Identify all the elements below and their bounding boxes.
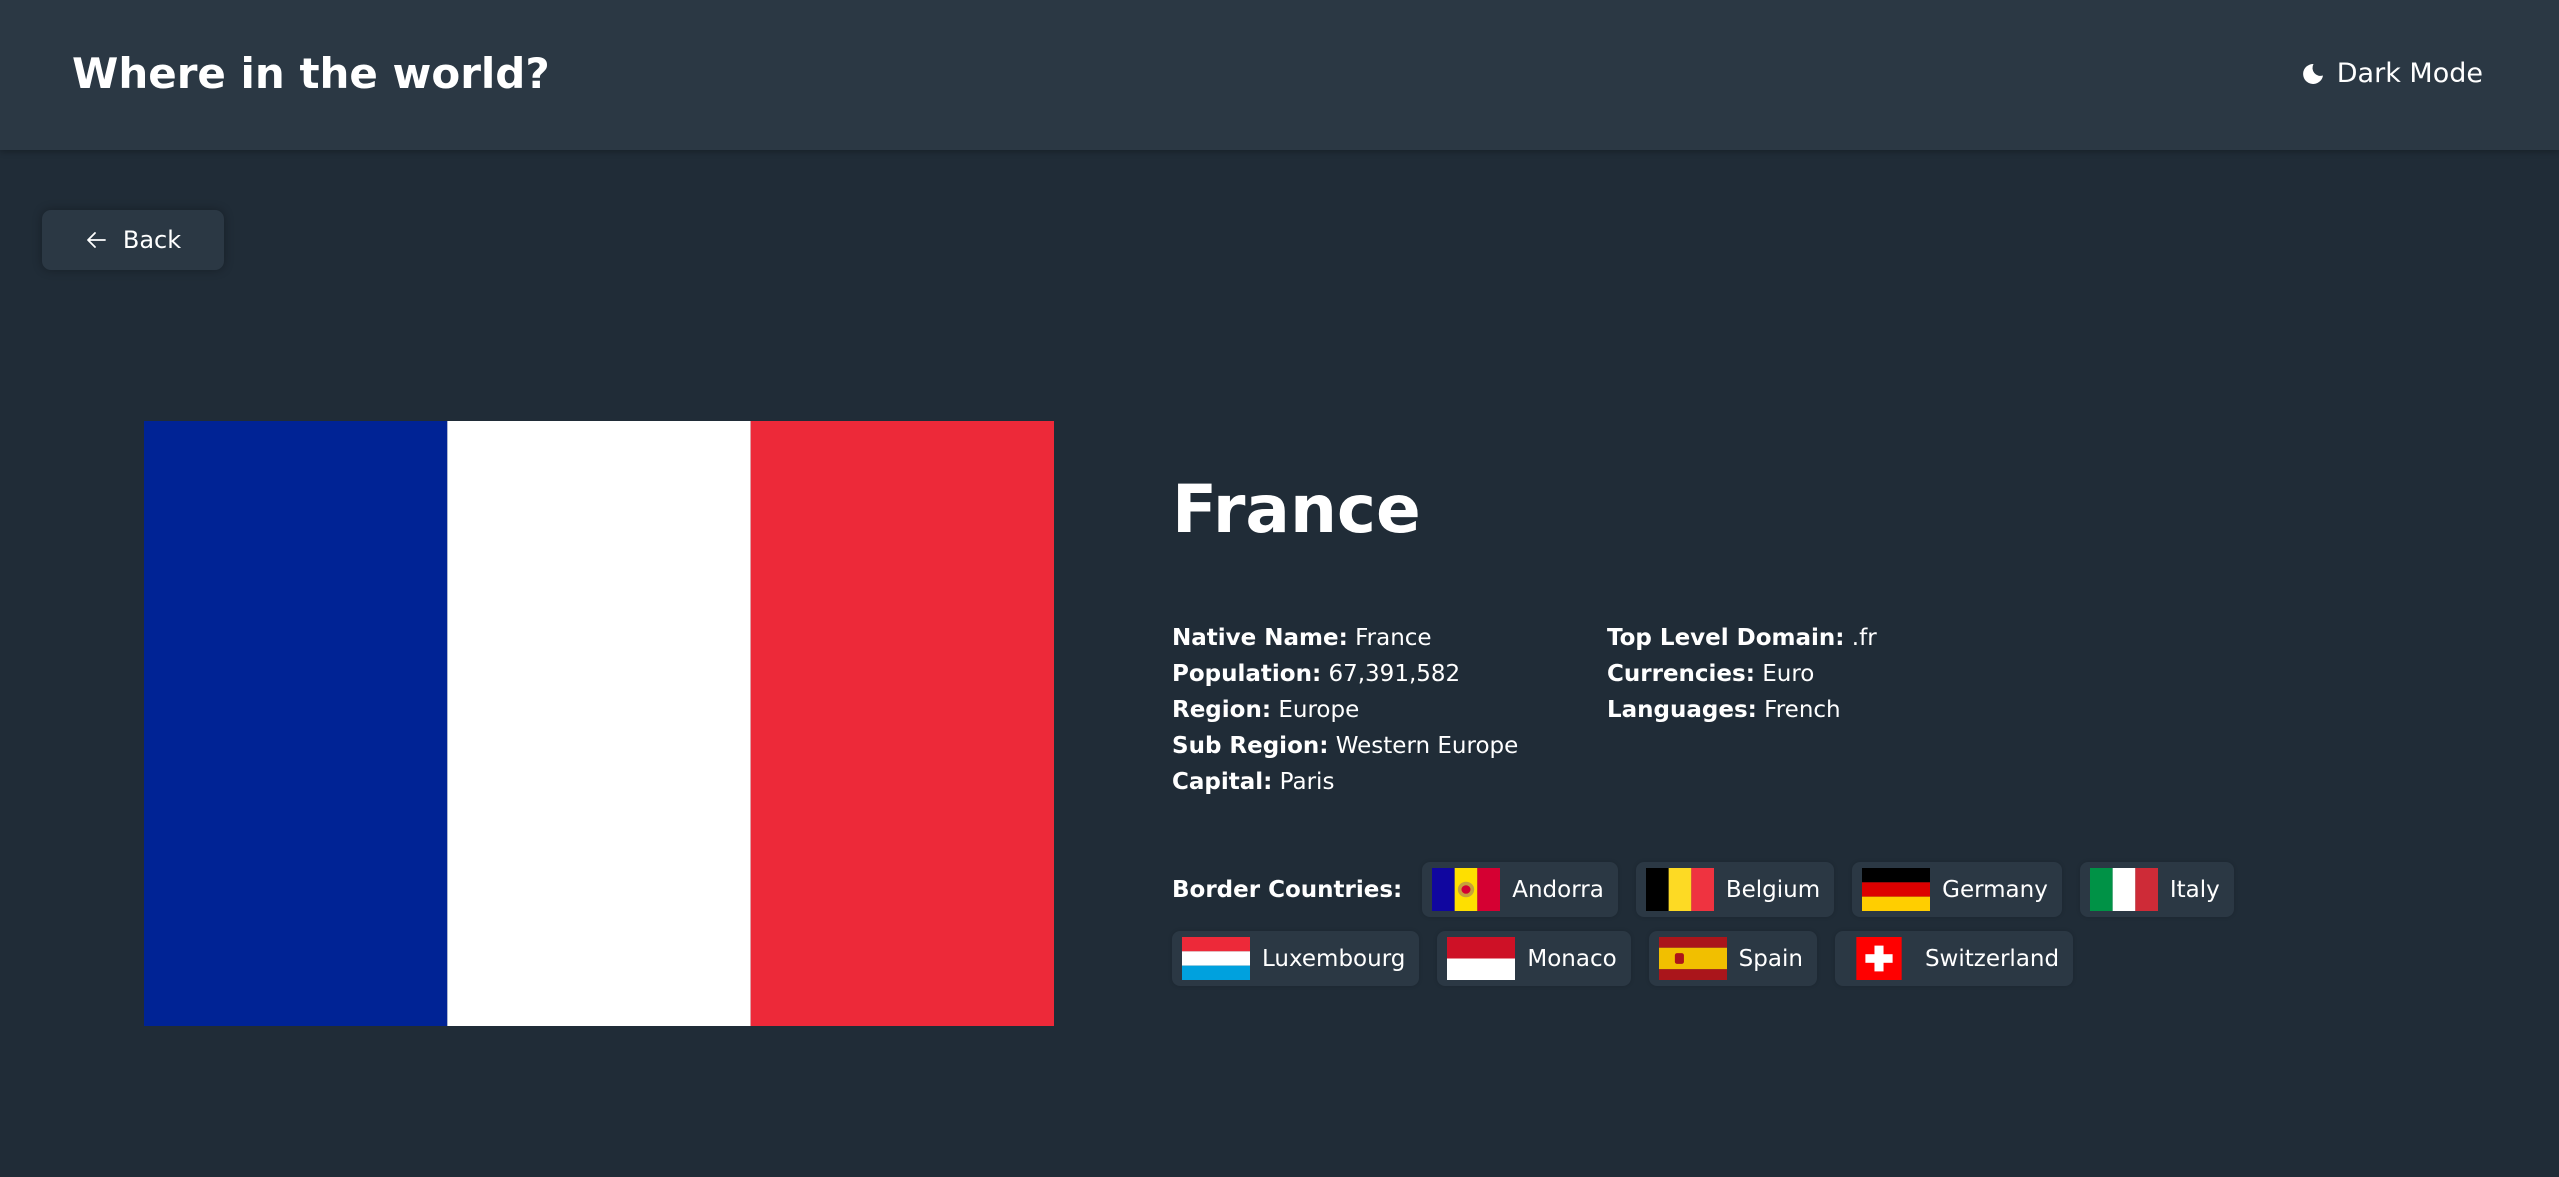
country-flag (144, 421, 1054, 1026)
belgium-flag-icon (1645, 868, 1714, 911)
native-name-label: Native Name: (1172, 625, 1348, 651)
border-chip-monaco[interactable]: Monaco (1437, 931, 1631, 986)
top-level-domain-value: .fr (1851, 625, 1877, 651)
border-name: Monaco (1527, 945, 1617, 972)
arrow-left-icon (86, 232, 106, 248)
monaco-flag-icon (1447, 937, 1516, 980)
native-name-value: France (1355, 625, 1432, 651)
currencies-row: Currencies: Euro (1607, 656, 1877, 692)
flag-stripe-red (750, 421, 1054, 1026)
border-chip-luxembourg[interactable]: Luxembourg (1172, 931, 1420, 986)
border-chip-switzerland[interactable]: Switzerland (1834, 931, 2074, 986)
app-title: Where in the world? (72, 49, 550, 98)
population-label: Population: (1172, 661, 1322, 687)
flag-stripe-white (447, 421, 751, 1026)
flag-stripe-blue (144, 421, 448, 1026)
region-label: Region: (1172, 697, 1272, 723)
capital-row: Capital: Paris (1172, 764, 1518, 800)
border-chip-andorra[interactable]: Andorra (1422, 862, 1618, 917)
sub-region-row: Sub Region: Western Europe (1172, 728, 1518, 764)
border-name: Switzerland (1924, 945, 2060, 972)
top-level-domain-label: Top Level Domain: (1607, 625, 1845, 651)
border-chip-belgium[interactable]: Belgium (1635, 862, 1835, 917)
andorra-flag-icon (1432, 868, 1501, 911)
languages-value: French (1764, 697, 1841, 723)
details-right-column: Top Level Domain: .fr Currencies: Euro L… (1607, 620, 1877, 728)
dark-mode-label: Dark Mode (2336, 58, 2483, 89)
border-name: Andorra (1512, 876, 1604, 903)
capital-label: Capital: (1172, 769, 1273, 795)
site-header: Where in the world? Dark Mode (0, 0, 2559, 150)
languages-row: Languages: French (1607, 692, 1877, 728)
border-chip-italy[interactable]: Italy (2079, 862, 2234, 917)
border-name: Belgium (1725, 876, 1821, 903)
border-name: Spain (1738, 945, 1803, 972)
back-button[interactable]: Back (42, 210, 224, 270)
native-name-row: Native Name: France (1172, 620, 1518, 656)
border-countries-label: Border Countries: (1172, 876, 1403, 903)
back-label: Back (122, 226, 182, 254)
border-countries: Border Countries: Andorra Belgium German… (1172, 862, 2272, 986)
border-name: Luxembourg (1262, 945, 1406, 972)
currencies-value: Euro (1762, 661, 1815, 687)
border-name: Germany (1942, 876, 2048, 903)
top-level-domain-row: Top Level Domain: .fr (1607, 620, 1877, 656)
population-value: 67,391,582 (1328, 661, 1461, 687)
moon-icon (2302, 63, 2323, 84)
germany-flag-icon (1862, 868, 1931, 911)
capital-value: Paris (1279, 769, 1335, 795)
border-chip-germany[interactable]: Germany (1852, 862, 2062, 917)
details-left-column: Native Name: France Population: 67,391,5… (1172, 620, 1518, 800)
sub-region-label: Sub Region: (1172, 733, 1329, 759)
dark-mode-toggle[interactable]: Dark Mode (2301, 56, 2483, 92)
currencies-label: Currencies: (1607, 661, 1755, 687)
border-chip-spain[interactable]: Spain (1648, 931, 1817, 986)
spain-flag-icon (1658, 937, 1727, 980)
languages-label: Languages: (1607, 697, 1757, 723)
luxembourg-flag-icon (1182, 937, 1250, 980)
region-value: Europe (1278, 697, 1360, 723)
sub-region-value: Western Europe (1335, 733, 1519, 759)
italy-flag-icon (2089, 868, 2158, 911)
border-name: Italy (2169, 876, 2220, 903)
country-name: France (1172, 471, 1421, 548)
population-row: Population: 67,391,582 (1172, 656, 1518, 692)
switzerland-flag-icon (1844, 937, 1913, 980)
region-row: Region: Europe (1172, 692, 1518, 728)
